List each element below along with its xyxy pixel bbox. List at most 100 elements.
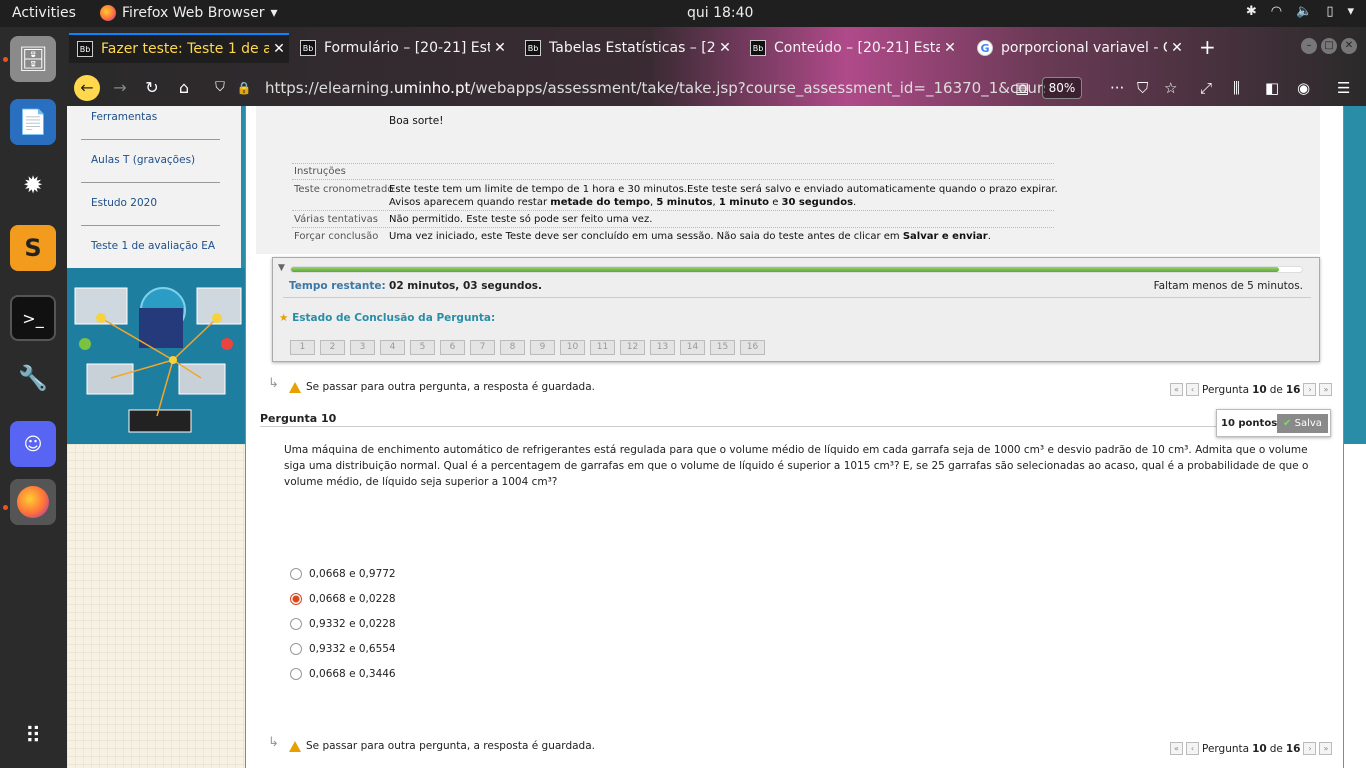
system-tray[interactable]: ✱ ◠ 🔈 ▯ ▾ — [1246, 4, 1354, 19]
last-page-icon[interactable]: » — [1319, 383, 1333, 396]
question-number-button[interactable]: 16 — [740, 340, 765, 355]
close-icon[interactable]: ✕ — [269, 41, 289, 57]
checkmark-icon: ✔ — [1283, 418, 1292, 429]
close-icon[interactable]: ✕ — [490, 40, 510, 56]
tab-strip: Bb Fazer teste: Teste 1 de av ✕ Bb Formu… — [67, 27, 1366, 69]
previous-page-icon[interactable]: ‹ — [1186, 742, 1199, 755]
reload-icon[interactable]: ↻ — [139, 75, 165, 101]
more-actions-icon[interactable]: ··· — [1110, 79, 1124, 97]
question-number-button[interactable]: 11 — [590, 340, 615, 355]
first-page-icon[interactable]: « — [1170, 383, 1183, 396]
answer-option[interactable]: 0,0668 e 0,9772 — [290, 568, 396, 580]
library-icon[interactable]: ⫼ — [1233, 79, 1240, 97]
terminal-icon[interactable]: >_ — [10, 295, 56, 341]
points-value: 10 pontos — [1221, 418, 1278, 429]
completion-status[interactable]: ★ Estado de Conclusão da Pergunta: — [279, 312, 495, 324]
answer-option[interactable]: 0,9332 e 0,6554 — [290, 643, 396, 655]
question-number-button[interactable]: 9 — [530, 340, 555, 355]
tab-fazer-teste[interactable]: Bb Fazer teste: Teste 1 de av ✕ — [69, 33, 289, 63]
app-menu[interactable]: Firefox Web Browser ▾ — [100, 5, 278, 21]
question-number-button[interactable]: 7 — [470, 340, 495, 355]
bookmark-star-icon[interactable]: ☆ — [1164, 79, 1177, 97]
settings-tools-icon[interactable]: 🔧 — [10, 355, 56, 401]
menu-item-teste-1[interactable]: Teste 1 de avaliação EA — [91, 240, 215, 252]
last-page-icon[interactable]: » — [1319, 742, 1333, 755]
answer-option[interactable]: 0,9332 e 0,0228 — [290, 618, 396, 630]
forward-arrow-icon[interactable]: → — [107, 75, 133, 101]
question-number-button[interactable]: 3 — [350, 340, 375, 355]
close-icon[interactable]: ✕ — [1167, 40, 1187, 56]
sublime-text-icon[interactable]: S — [10, 225, 56, 271]
menu-item-ferramentas[interactable]: Ferramentas — [91, 111, 157, 123]
file-manager-icon[interactable]: 🗄 — [10, 36, 56, 82]
show-apps-icon[interactable]: ⠿ — [10, 713, 56, 759]
answer-option[interactable]: 0,0668 e 0,0228 — [290, 593, 396, 605]
home-icon[interactable]: ⌂ — [171, 75, 197, 101]
tab-google[interactable]: G porporcional variavel - G ✕ — [969, 33, 1187, 63]
close-window-icon[interactable]: ✕ — [1341, 38, 1357, 54]
answer-option[interactable]: 0,0668 e 0,3446 — [290, 668, 396, 680]
tab-tabelas[interactable]: Bb Tabelas Estatísticas – [20 ✕ — [517, 33, 735, 63]
url-bar[interactable]: https://elearning.uminho.pt/webapps/asse… — [265, 74, 1045, 102]
previous-page-icon[interactable]: ‹ — [1186, 383, 1199, 396]
tab-formulario[interactable]: Bb Formulário – [20-21] Esta ✕ — [292, 33, 510, 63]
firefox-dock-icon[interactable] — [10, 479, 56, 525]
question-number-button[interactable]: 1 — [290, 340, 315, 355]
question-number-button[interactable]: 13 — [650, 340, 675, 355]
minimize-icon[interactable]: – — [1301, 38, 1317, 54]
activities-button[interactable]: Activities — [12, 5, 76, 21]
next-page-icon[interactable]: › — [1303, 383, 1317, 396]
back-arrow-icon[interactable]: ← — [74, 75, 100, 101]
text: e — [769, 197, 782, 208]
question-number-button[interactable]: 2 — [320, 340, 345, 355]
radio-button[interactable] — [290, 568, 302, 580]
zoom-level[interactable]: 80% — [1042, 77, 1082, 99]
bluetooth-icon[interactable]: ✱ — [1246, 4, 1257, 19]
hamburger-menu-icon[interactable]: ☰ — [1337, 79, 1350, 97]
discord-icon[interactable]: ☺ — [10, 421, 56, 467]
question-number-button[interactable]: 4 — [380, 340, 405, 355]
question-number-button[interactable]: 12 — [620, 340, 645, 355]
reader-view-icon[interactable]: ▤ — [1015, 79, 1029, 97]
radio-button[interactable] — [290, 618, 302, 630]
question-number-button[interactable]: 6 — [440, 340, 465, 355]
dock: 🗄 📄 ✹ S >_ 🔧 ☺ ⠿ — [0, 27, 67, 768]
menu-item-estudo-2020[interactable]: Estudo 2020 — [91, 197, 157, 209]
collapse-triangle-icon[interactable]: ▼ — [278, 263, 285, 273]
account-icon[interactable]: ◉ — [1297, 79, 1310, 97]
writer-icon[interactable]: 📄 — [10, 99, 56, 145]
system-top-bar: Activities Firefox Web Browser ▾ qui 18:… — [0, 0, 1366, 27]
radio-button[interactable] — [290, 593, 302, 605]
tab-conteudo[interactable]: Bb Conteúdo – [20-21] Estat ✕ — [742, 33, 960, 63]
volume-icon[interactable]: 🔈 — [1296, 4, 1312, 19]
radio-button[interactable] — [290, 643, 302, 655]
text: . — [987, 231, 991, 242]
question-number-button[interactable]: 10 — [560, 340, 585, 355]
wifi-icon[interactable]: ◠ — [1271, 4, 1282, 19]
close-icon[interactable]: ✕ — [715, 40, 735, 56]
text: Salvar e enviar — [902, 231, 988, 242]
lock-icon[interactable]: 🔒 — [231, 75, 257, 101]
force-value: Uma vez iniciado, este Teste deve ser co… — [389, 231, 991, 242]
tracking-shield-icon[interactable]: ⛉ — [207, 75, 233, 101]
expand-icon[interactable]: ⤢ — [1200, 79, 1212, 97]
battery-icon[interactable]: ▯ — [1326, 4, 1333, 19]
divider — [292, 179, 1054, 180]
menu-item-aulas-t[interactable]: Aulas T (gravações) — [91, 154, 195, 166]
new-tab-icon[interactable]: + — [1199, 35, 1216, 59]
sidebar-icon[interactable]: ◧ — [1265, 79, 1279, 97]
close-icon[interactable]: ✕ — [940, 40, 960, 56]
virus-icon[interactable]: ✹ — [10, 162, 56, 208]
question-number-button[interactable]: 8 — [500, 340, 525, 355]
question-number-button[interactable]: 14 — [680, 340, 705, 355]
question-number-button[interactable]: 5 — [410, 340, 435, 355]
next-page-icon[interactable]: › — [1303, 742, 1317, 755]
question-number-button[interactable]: 15 — [710, 340, 735, 355]
chevron-down-icon[interactable]: ▾ — [1347, 4, 1354, 19]
radio-button[interactable] — [290, 668, 302, 680]
pocket-icon[interactable]: ⛉ — [1137, 79, 1148, 97]
question-pagination-bottom: « ‹ Pergunta 10 de 16 › » — [1170, 742, 1333, 755]
first-page-icon[interactable]: « — [1170, 742, 1183, 755]
maximize-icon[interactable]: □ — [1321, 38, 1337, 54]
clock[interactable]: qui 18:40 — [687, 5, 753, 21]
